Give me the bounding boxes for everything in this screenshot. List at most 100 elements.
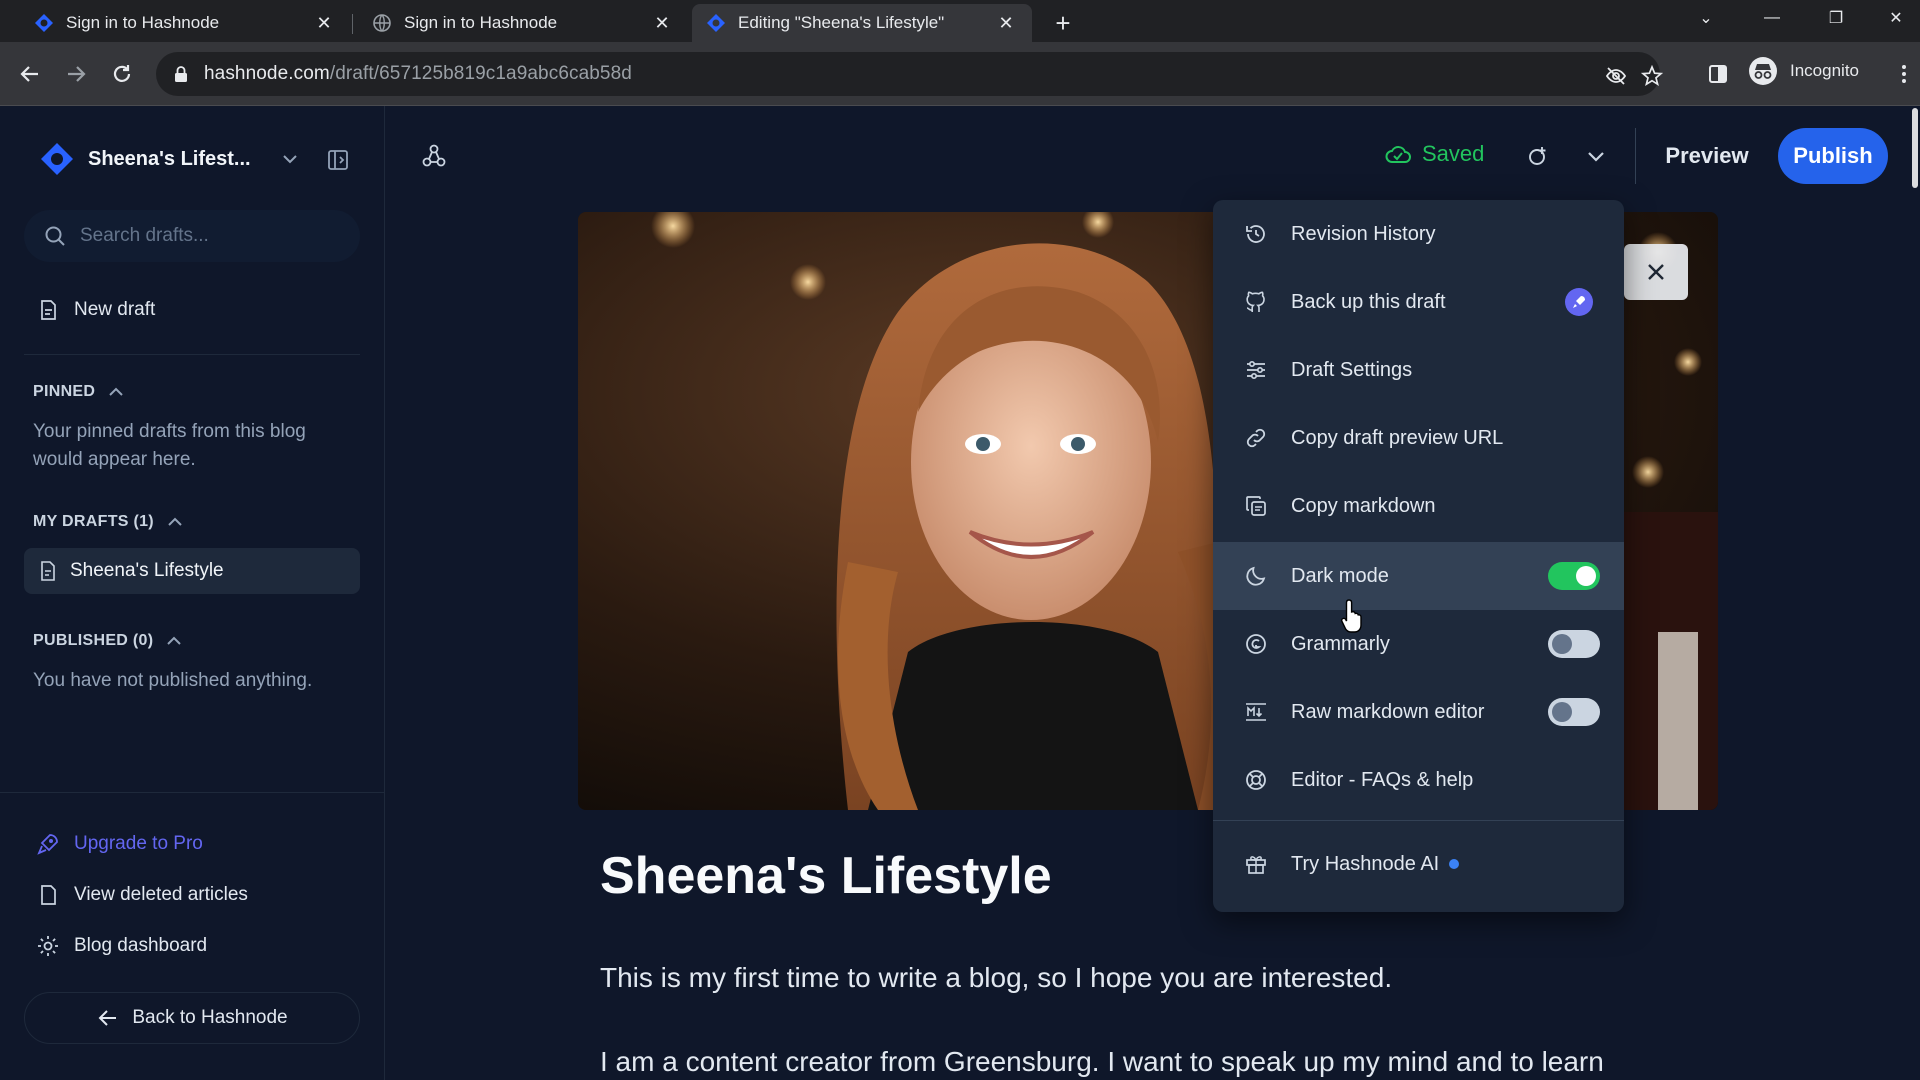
menu-item-label: Draft Settings	[1291, 358, 1413, 381]
eye-off-icon[interactable]	[1604, 64, 1628, 88]
my-drafts-header-label: MY DRAFTS (1)	[33, 513, 154, 530]
lock-icon	[175, 66, 187, 82]
restore-button[interactable]: ❐	[1808, 0, 1864, 36]
cloud-check-icon	[1385, 146, 1411, 163]
new-draft-icon	[36, 298, 60, 322]
menu-item-revision-history[interactable]: Revision History	[1213, 200, 1624, 268]
address-bar[interactable]: hashnode.com/draft/657125b819c1a9abc6cab…	[156, 52, 1663, 96]
search-input[interactable]	[80, 225, 340, 247]
rocket-icon	[36, 832, 60, 856]
menu-item-label: Dark mode	[1291, 564, 1389, 587]
bookmark-star-icon[interactable]	[1640, 64, 1664, 88]
reload-icon[interactable]	[106, 58, 138, 90]
post-paragraph[interactable]: This is my first time to write a blog, s…	[600, 962, 1392, 994]
tab-search-icon[interactable]: ⌄	[1678, 0, 1734, 36]
browser-tab[interactable]: Sign in to Hashnode ✕	[20, 4, 350, 42]
tab-title: Editing "Sheena's Lifestyle"	[738, 13, 945, 32]
menu-item-grammarly[interactable]: Grammarly	[1213, 610, 1624, 678]
widgets-icon[interactable]	[420, 142, 448, 170]
hashnode-favicon-icon	[707, 14, 725, 32]
close-tab-icon[interactable]: ✕	[994, 11, 1018, 35]
menu-item-dark-mode[interactable]: Dark mode	[1213, 542, 1624, 610]
published-section-header[interactable]: PUBLISHED (0)	[33, 632, 183, 650]
close-window-button[interactable]: ✕	[1872, 0, 1920, 36]
blog-switcher[interactable]: Sheena's Lifest...	[40, 142, 299, 176]
history-icon	[1243, 221, 1269, 247]
blog-dashboard-link[interactable]: Blog dashboard	[36, 934, 207, 958]
close-icon	[1648, 264, 1664, 280]
draft-title: Sheena's Lifestyle	[70, 560, 224, 581]
arrow-left-icon	[98, 1010, 117, 1026]
menu-item-label: Grammarly	[1291, 632, 1390, 655]
pinned-section-header[interactable]: PINNED	[33, 383, 125, 401]
back-arrow-icon[interactable]	[14, 58, 46, 90]
preview-button[interactable]: Preview	[1646, 128, 1768, 184]
remove-cover-button[interactable]	[1624, 244, 1688, 300]
grammarly-toggle[interactable]	[1548, 630, 1600, 658]
side-panel-icon[interactable]	[1702, 58, 1734, 90]
close-tab-icon[interactable]: ✕	[650, 11, 674, 35]
dark-mode-toggle[interactable]	[1548, 562, 1600, 590]
menu-item-copy-markdown[interactable]: Copy markdown	[1213, 472, 1624, 540]
hashnode-favicon-icon	[35, 14, 53, 32]
menu-item-draft-settings[interactable]: Draft Settings	[1213, 336, 1624, 404]
pinned-header-label: PINNED	[33, 383, 96, 400]
upgrade-label: Upgrade to Pro	[74, 833, 203, 854]
forward-arrow-icon[interactable]	[60, 58, 92, 90]
minimize-button[interactable]: —	[1744, 0, 1800, 36]
divider	[0, 792, 385, 793]
search-drafts[interactable]	[24, 210, 360, 262]
menu-item-try-hashnode-ai[interactable]: Try Hashnode AI	[1213, 830, 1624, 898]
menu-divider	[1213, 820, 1624, 821]
menu-item-faqs-help[interactable]: Editor - FAQs & help	[1213, 746, 1624, 814]
my-drafts-section-header[interactable]: MY DRAFTS (1)	[33, 513, 184, 531]
chevron-down-icon[interactable]	[281, 150, 299, 168]
search-icon	[45, 226, 65, 246]
new-draft-label: New draft	[74, 299, 156, 320]
pinned-empty-text: Your pinned drafts from this blog would …	[33, 421, 306, 470]
post-paragraph[interactable]: I am a content creator from Greensburg. …	[600, 1046, 1604, 1078]
share-icon[interactable]	[1524, 142, 1552, 170]
post-title[interactable]: Sheena's Lifestyle	[600, 846, 1052, 906]
copy-icon	[1243, 493, 1269, 519]
raw-markdown-toggle[interactable]	[1548, 698, 1600, 726]
browser-tab-bar: Sign in to Hashnode ✕ Sign in to Hashnod…	[0, 0, 1920, 42]
browser-tab-active[interactable]: Editing "Sheena's Lifestyle" ✕	[692, 4, 1032, 42]
editor-options-menu: Revision History Back up this draft Draf…	[1213, 200, 1624, 912]
menu-item-raw-markdown[interactable]: Raw markdown editor	[1213, 678, 1624, 746]
close-tab-icon[interactable]: ✕	[312, 11, 336, 35]
incognito-icon	[1749, 57, 1777, 85]
github-icon	[1243, 289, 1269, 315]
drafts-sidebar: Sheena's Lifest... New draft PINNED Your…	[0, 106, 385, 1080]
browser-tab[interactable]: Sign in to Hashnode ✕	[358, 4, 688, 42]
menu-item-label: Try Hashnode AI	[1291, 852, 1440, 875]
url-text: hashnode.com/draft/657125b819c1a9abc6cab…	[204, 63, 632, 84]
new-tab-button[interactable]: +	[1046, 6, 1080, 40]
browser-menu-icon[interactable]	[1888, 58, 1920, 90]
sliders-icon	[1243, 357, 1269, 383]
menu-item-backup[interactable]: Back up this draft	[1213, 268, 1624, 336]
hand-cursor-icon	[1340, 599, 1362, 633]
menu-item-label: Editor - FAQs & help	[1291, 768, 1474, 791]
upgrade-to-pro-link[interactable]: Upgrade to Pro	[36, 832, 203, 856]
menu-item-label: Back up this draft	[1291, 290, 1446, 313]
back-to-hashnode-button[interactable]: Back to Hashnode	[24, 992, 360, 1044]
hashnode-logo-icon	[41, 143, 73, 175]
grammarly-icon	[1243, 631, 1269, 657]
view-deleted-link[interactable]: View deleted articles	[36, 883, 248, 907]
draft-list-item[interactable]: Sheena's Lifestyle	[24, 548, 360, 594]
chevron-up-icon	[167, 636, 182, 645]
browser-toolbar: hashnode.com/draft/657125b819c1a9abc6cab…	[0, 42, 1920, 106]
view-deleted-label: View deleted articles	[74, 884, 248, 905]
scrollbar-thumb[interactable]	[1912, 108, 1918, 188]
menu-item-label: Revision History	[1291, 222, 1436, 245]
chevron-down-icon[interactable]	[1582, 142, 1610, 170]
new-draft-button[interactable]: New draft	[36, 298, 155, 322]
collapse-sidebar-icon[interactable]	[324, 146, 352, 174]
new-dot-badge	[1449, 859, 1460, 869]
rocket-icon	[1565, 288, 1593, 316]
menu-item-copy-preview-url[interactable]: Copy draft preview URL	[1213, 404, 1624, 472]
saved-status: Saved	[1384, 140, 1484, 168]
incognito-profile[interactable]: Incognito	[1748, 56, 1859, 86]
publish-button[interactable]: Publish	[1778, 128, 1888, 184]
